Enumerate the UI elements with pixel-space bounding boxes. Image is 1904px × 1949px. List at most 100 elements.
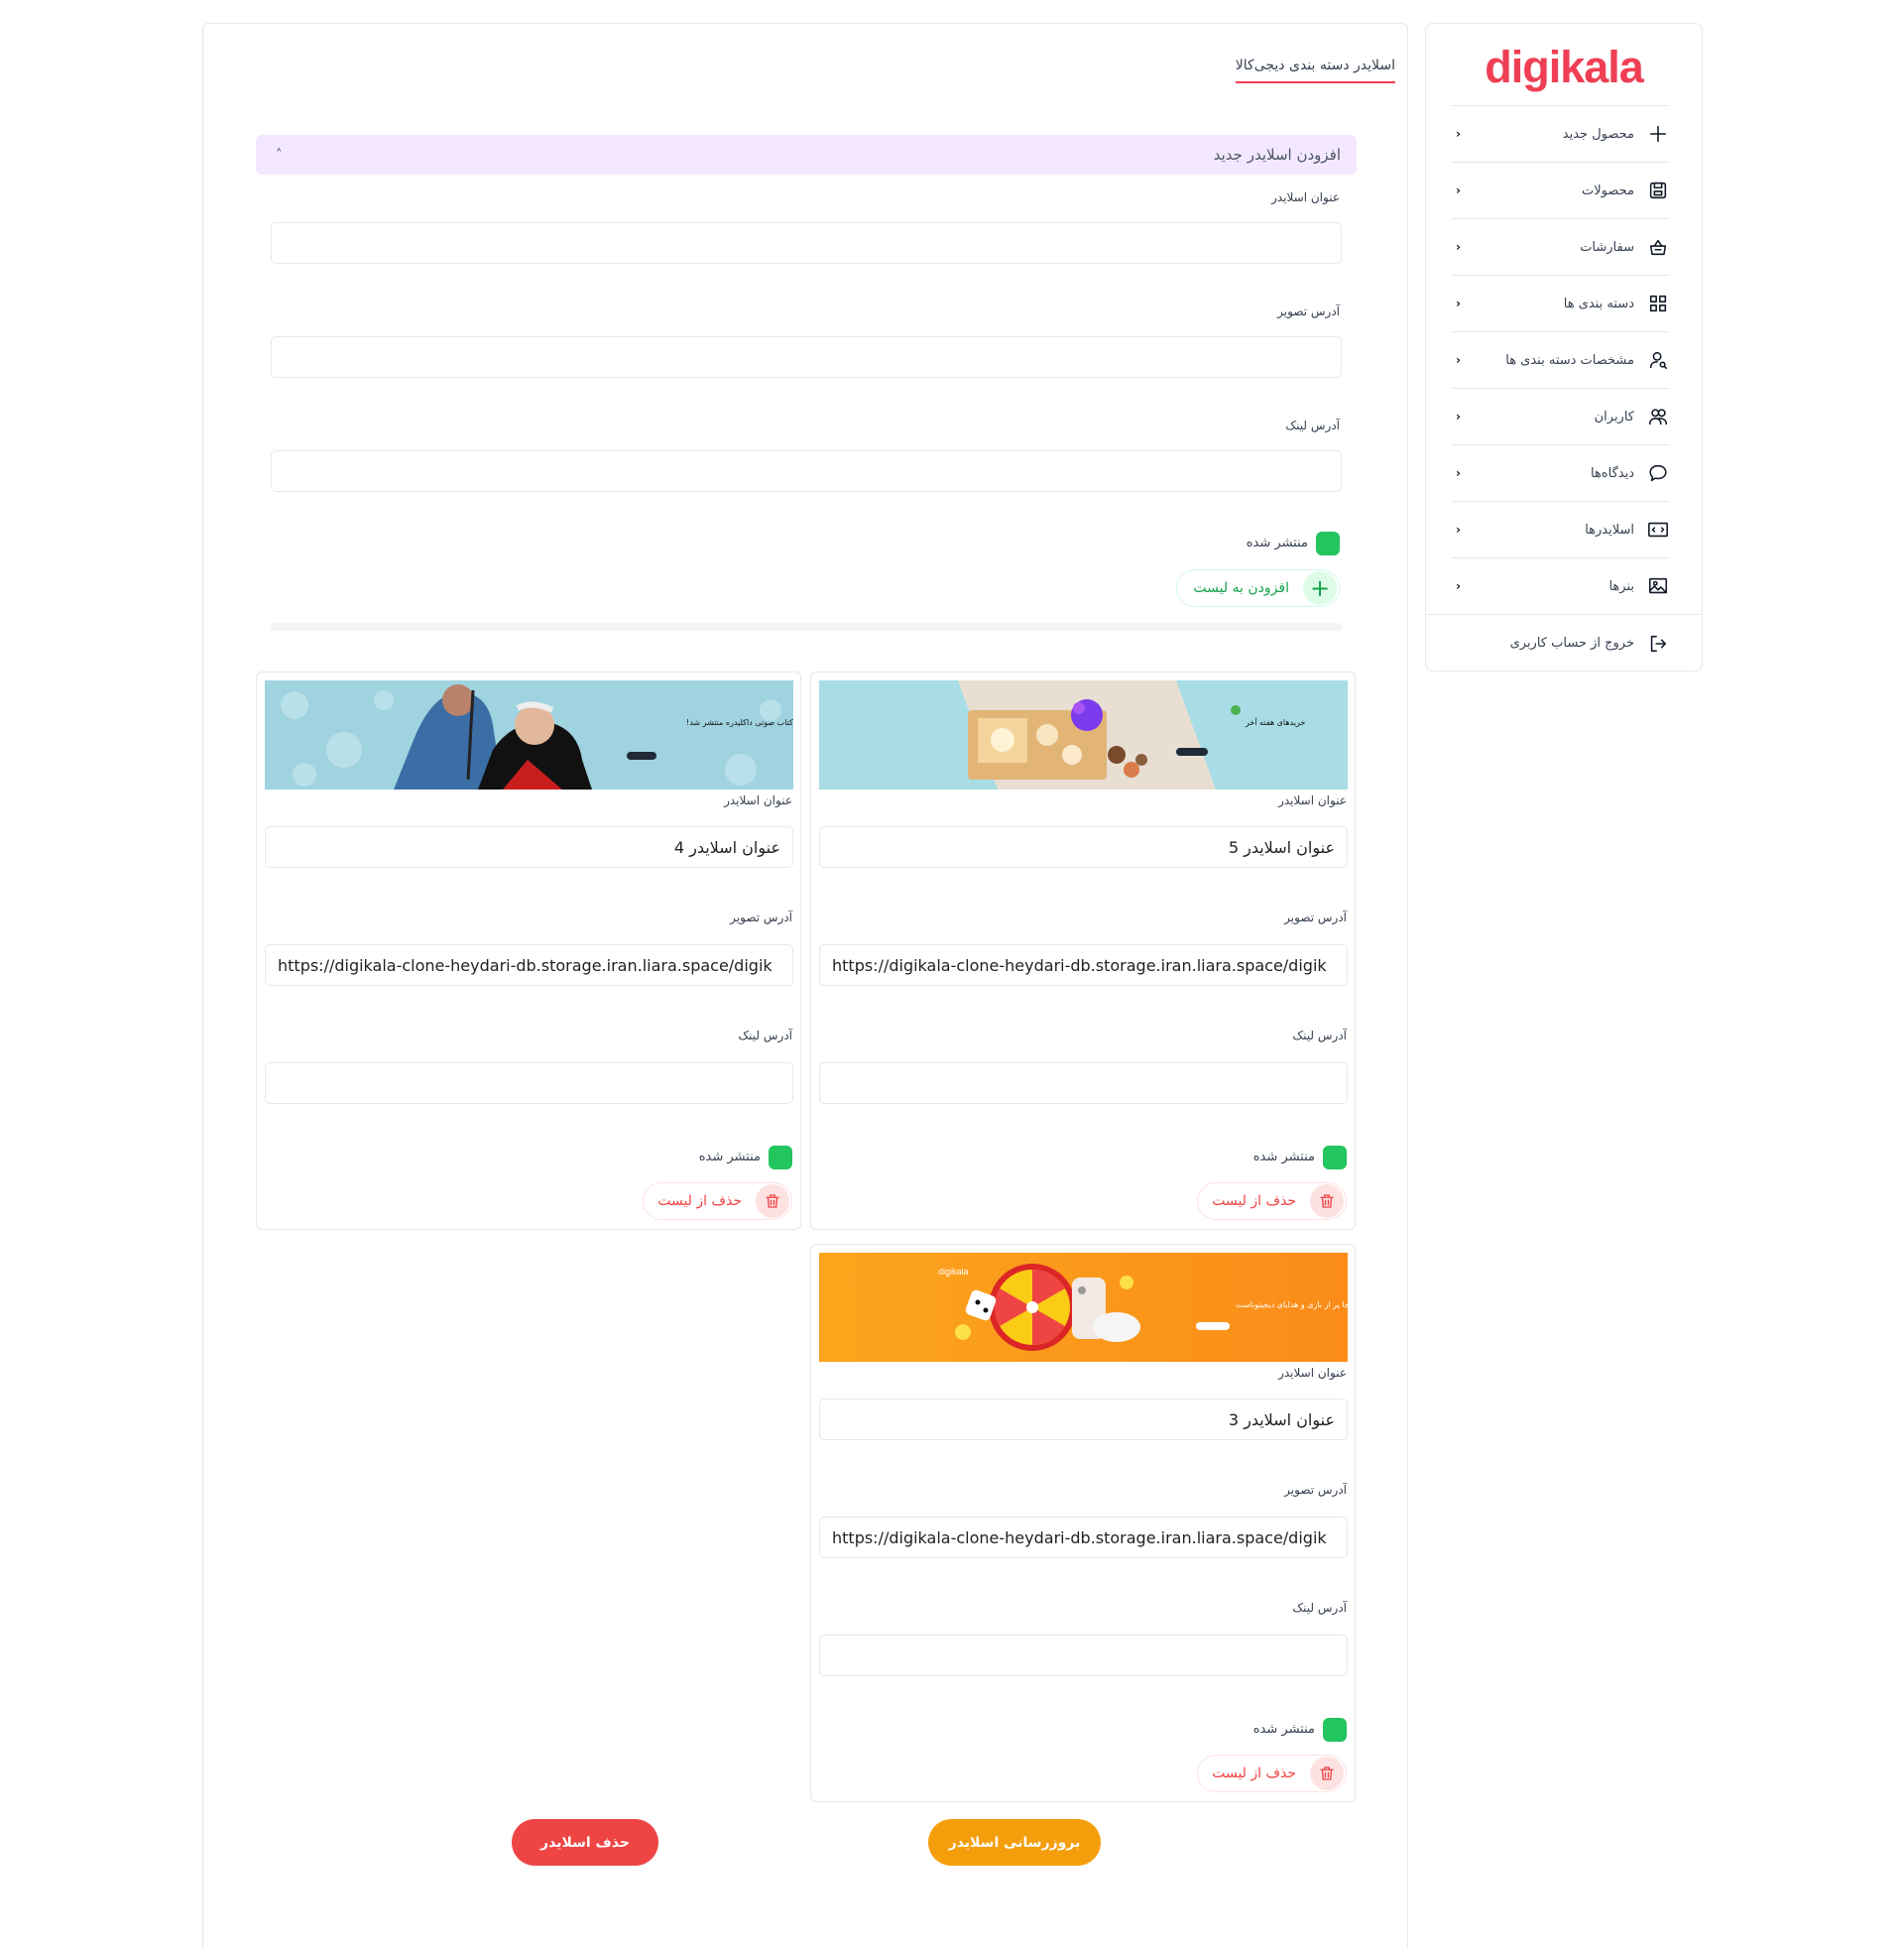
title-input[interactable]: عنوان اسلایدر 5 — [819, 826, 1348, 868]
sidebar-item-label: محصولات — [1582, 183, 1634, 198]
image-url-label: آدرس تصویر — [1277, 305, 1340, 318]
remove-label: حذف از لیست — [1212, 1193, 1296, 1209]
logo[interactable]: digikala — [1426, 24, 1702, 105]
image-url-label: آدرس تصویر — [1284, 911, 1347, 924]
chevron-left-icon: ‹ — [1456, 297, 1461, 310]
chevron-left-icon: ‹ — [1456, 127, 1461, 141]
sidebar-item-new-product[interactable]: محصول جدید ‹ — [1452, 105, 1670, 162]
link-url-input[interactable] — [265, 1062, 793, 1104]
accordion-title: افزودن اسلایدر جدید — [1213, 146, 1341, 164]
remove-label: حذف از لیست — [657, 1193, 742, 1209]
remove-label: حذف از لیست — [1212, 1766, 1296, 1781]
add-to-list-label: افزودن به لیست — [1193, 580, 1289, 596]
save-icon — [1646, 179, 1670, 202]
link-url-input[interactable] — [819, 1062, 1348, 1104]
logout-button[interactable]: خروج از حساب کاربری — [1426, 614, 1702, 671]
add-slider-accordion[interactable]: افزودن اسلایدر جدید ˄ — [256, 135, 1357, 175]
slide-banner-image: digikala اینجا پر از بازی و هدایای دیجیت… — [819, 1253, 1348, 1362]
sidebar-item-category-specs[interactable]: مشخصات دسته بندی ها ‹ — [1452, 331, 1670, 388]
chevron-left-icon: ‹ — [1456, 466, 1461, 480]
slide-card: خریدهای هفته آخر عنوان اسلایدر عنوان اسل… — [810, 671, 1356, 1230]
title-label: عنوان اسلایدر — [1271, 190, 1340, 204]
sidebar-item-label: کاربران — [1594, 409, 1634, 425]
published-checkbox[interactable] — [1323, 1146, 1347, 1169]
title-label: عنوان اسلایدر — [1278, 793, 1347, 807]
link-url-input[interactable] — [819, 1635, 1348, 1676]
user-search-icon — [1646, 348, 1670, 372]
chevron-up-icon: ˄ — [276, 147, 283, 163]
image-icon — [1646, 574, 1670, 598]
published-checkbox[interactable] — [769, 1146, 792, 1169]
banner-heading: کتاب صوتی داکلیدره منتشر شد! — [686, 718, 793, 727]
sidebar-item-products[interactable]: محصولات ‹ — [1452, 162, 1670, 218]
slider-icon — [1646, 518, 1670, 542]
published-label: منتشر شده — [1252, 1150, 1315, 1164]
sidebar-item-users[interactable]: کاربران ‹ — [1452, 388, 1670, 444]
sidebar-item-label: دسته بندی ها — [1563, 296, 1634, 311]
sidebar-item-label: مشخصات دسته بندی ها — [1505, 352, 1634, 368]
sidebar-item-label: محصول جدید — [1562, 126, 1634, 142]
published-label: منتشر شده — [1246, 536, 1308, 550]
remove-from-list-button[interactable]: حذف از لیست — [1197, 1182, 1347, 1220]
divider — [271, 623, 1342, 631]
sidebar: digikala محصول جدید ‹ محصولات ‹ سفارشات … — [1425, 23, 1703, 671]
sidebar-item-label: سفارشات — [1580, 239, 1634, 255]
title-input[interactable]: عنوان اسلایدر 4 — [265, 826, 793, 868]
banner-logo-text: digikala — [938, 1267, 969, 1277]
chevron-left-icon: ‹ — [1456, 353, 1461, 367]
slide-banner-image: خریدهای هفته آخر — [819, 680, 1348, 790]
chevron-left-icon: ‹ — [1456, 183, 1461, 197]
logout-label: خروج از حساب کاربری — [1509, 636, 1634, 651]
link-url-label: آدرس لینک — [1292, 1029, 1347, 1042]
link-url-label: آدرس لینک — [1285, 419, 1340, 432]
slide-banner-image: کتاب صوتی داکلیدره منتشر شد! — [265, 680, 793, 790]
image-url-label: آدرس تصویر — [730, 911, 792, 924]
sidebar-item-label: دیدگاه‌ها — [1590, 465, 1634, 481]
banner-heading: خریدهای هفته آخر — [1245, 717, 1305, 727]
image-url-input[interactable]: https://digikala-clone-heydari-db.storag… — [819, 944, 1348, 986]
sidebar-item-categories[interactable]: دسته بندی ها ‹ — [1452, 275, 1670, 331]
sidebar-item-orders[interactable]: سفارشات ‹ — [1452, 218, 1670, 275]
published-checkbox[interactable] — [1316, 532, 1340, 555]
slide-card: کتاب صوتی داکلیدره منتشر شد! عنوان اسلای… — [256, 671, 801, 1230]
link-url-input[interactable] — [271, 450, 1342, 492]
logout-icon — [1646, 632, 1670, 656]
plus-icon — [1646, 122, 1670, 146]
page-tab[interactable]: اسلایدر دسته بندی دیجی‌کالا — [1235, 58, 1395, 83]
remove-from-list-button[interactable]: حذف از لیست — [1197, 1755, 1347, 1792]
plus-icon: + — [1303, 571, 1337, 605]
sidebar-item-label: بنرها — [1608, 578, 1634, 594]
main-panel: اسلایدر دسته بندی دیجی‌کالا افزودن اسلای… — [202, 23, 1408, 1949]
comment-icon — [1646, 461, 1670, 485]
chevron-left-icon: ‹ — [1456, 579, 1461, 593]
title-input[interactable] — [271, 222, 1342, 264]
sidebar-item-comments[interactable]: دیدگاه‌ها ‹ — [1452, 444, 1670, 501]
image-url-input[interactable] — [271, 336, 1342, 378]
link-url-label: آدرس لینک — [738, 1029, 792, 1042]
sidebar-item-label: اسلایدرها — [1585, 522, 1634, 538]
users-icon — [1646, 405, 1670, 428]
published-checkbox[interactable] — [1323, 1718, 1347, 1742]
banner-heading: اینجا پر از بازی و هدایای دیجیتوناست — [1236, 1300, 1348, 1309]
link-url-label: آدرس لینک — [1292, 1601, 1347, 1615]
slide-card: digikala اینجا پر از بازی و هدایای دیجیت… — [810, 1244, 1356, 1802]
title-label: عنوان اسلایدر — [724, 793, 792, 807]
title-label: عنوان اسلایدر — [1278, 1366, 1347, 1380]
image-url-input[interactable]: https://digikala-clone-heydari-db.storag… — [265, 944, 793, 986]
trash-icon — [756, 1184, 789, 1218]
grid-icon — [1646, 292, 1670, 315]
add-to-list-button[interactable]: + افزودن به لیست — [1176, 569, 1340, 607]
sidebar-item-banners[interactable]: بنرها ‹ — [1452, 557, 1670, 614]
remove-from-list-button[interactable]: حذف از لیست — [643, 1182, 792, 1220]
chevron-left-icon: ‹ — [1456, 240, 1461, 254]
title-input[interactable]: عنوان اسلایدر 3 — [819, 1399, 1348, 1440]
update-slider-button[interactable]: بروزرسانی اسلایدر — [928, 1819, 1101, 1866]
sidebar-item-sliders[interactable]: اسلایدرها ‹ — [1452, 501, 1670, 557]
delete-slider-button[interactable]: حذف اسلایدر — [512, 1819, 658, 1866]
logo-text: digikala — [1485, 42, 1644, 92]
trash-icon — [1310, 1757, 1344, 1790]
basket-icon — [1646, 235, 1670, 259]
trash-icon — [1310, 1184, 1344, 1218]
image-url-input[interactable]: https://digikala-clone-heydari-db.storag… — [819, 1517, 1348, 1558]
image-url-label: آدرس تصویر — [1284, 1483, 1347, 1497]
